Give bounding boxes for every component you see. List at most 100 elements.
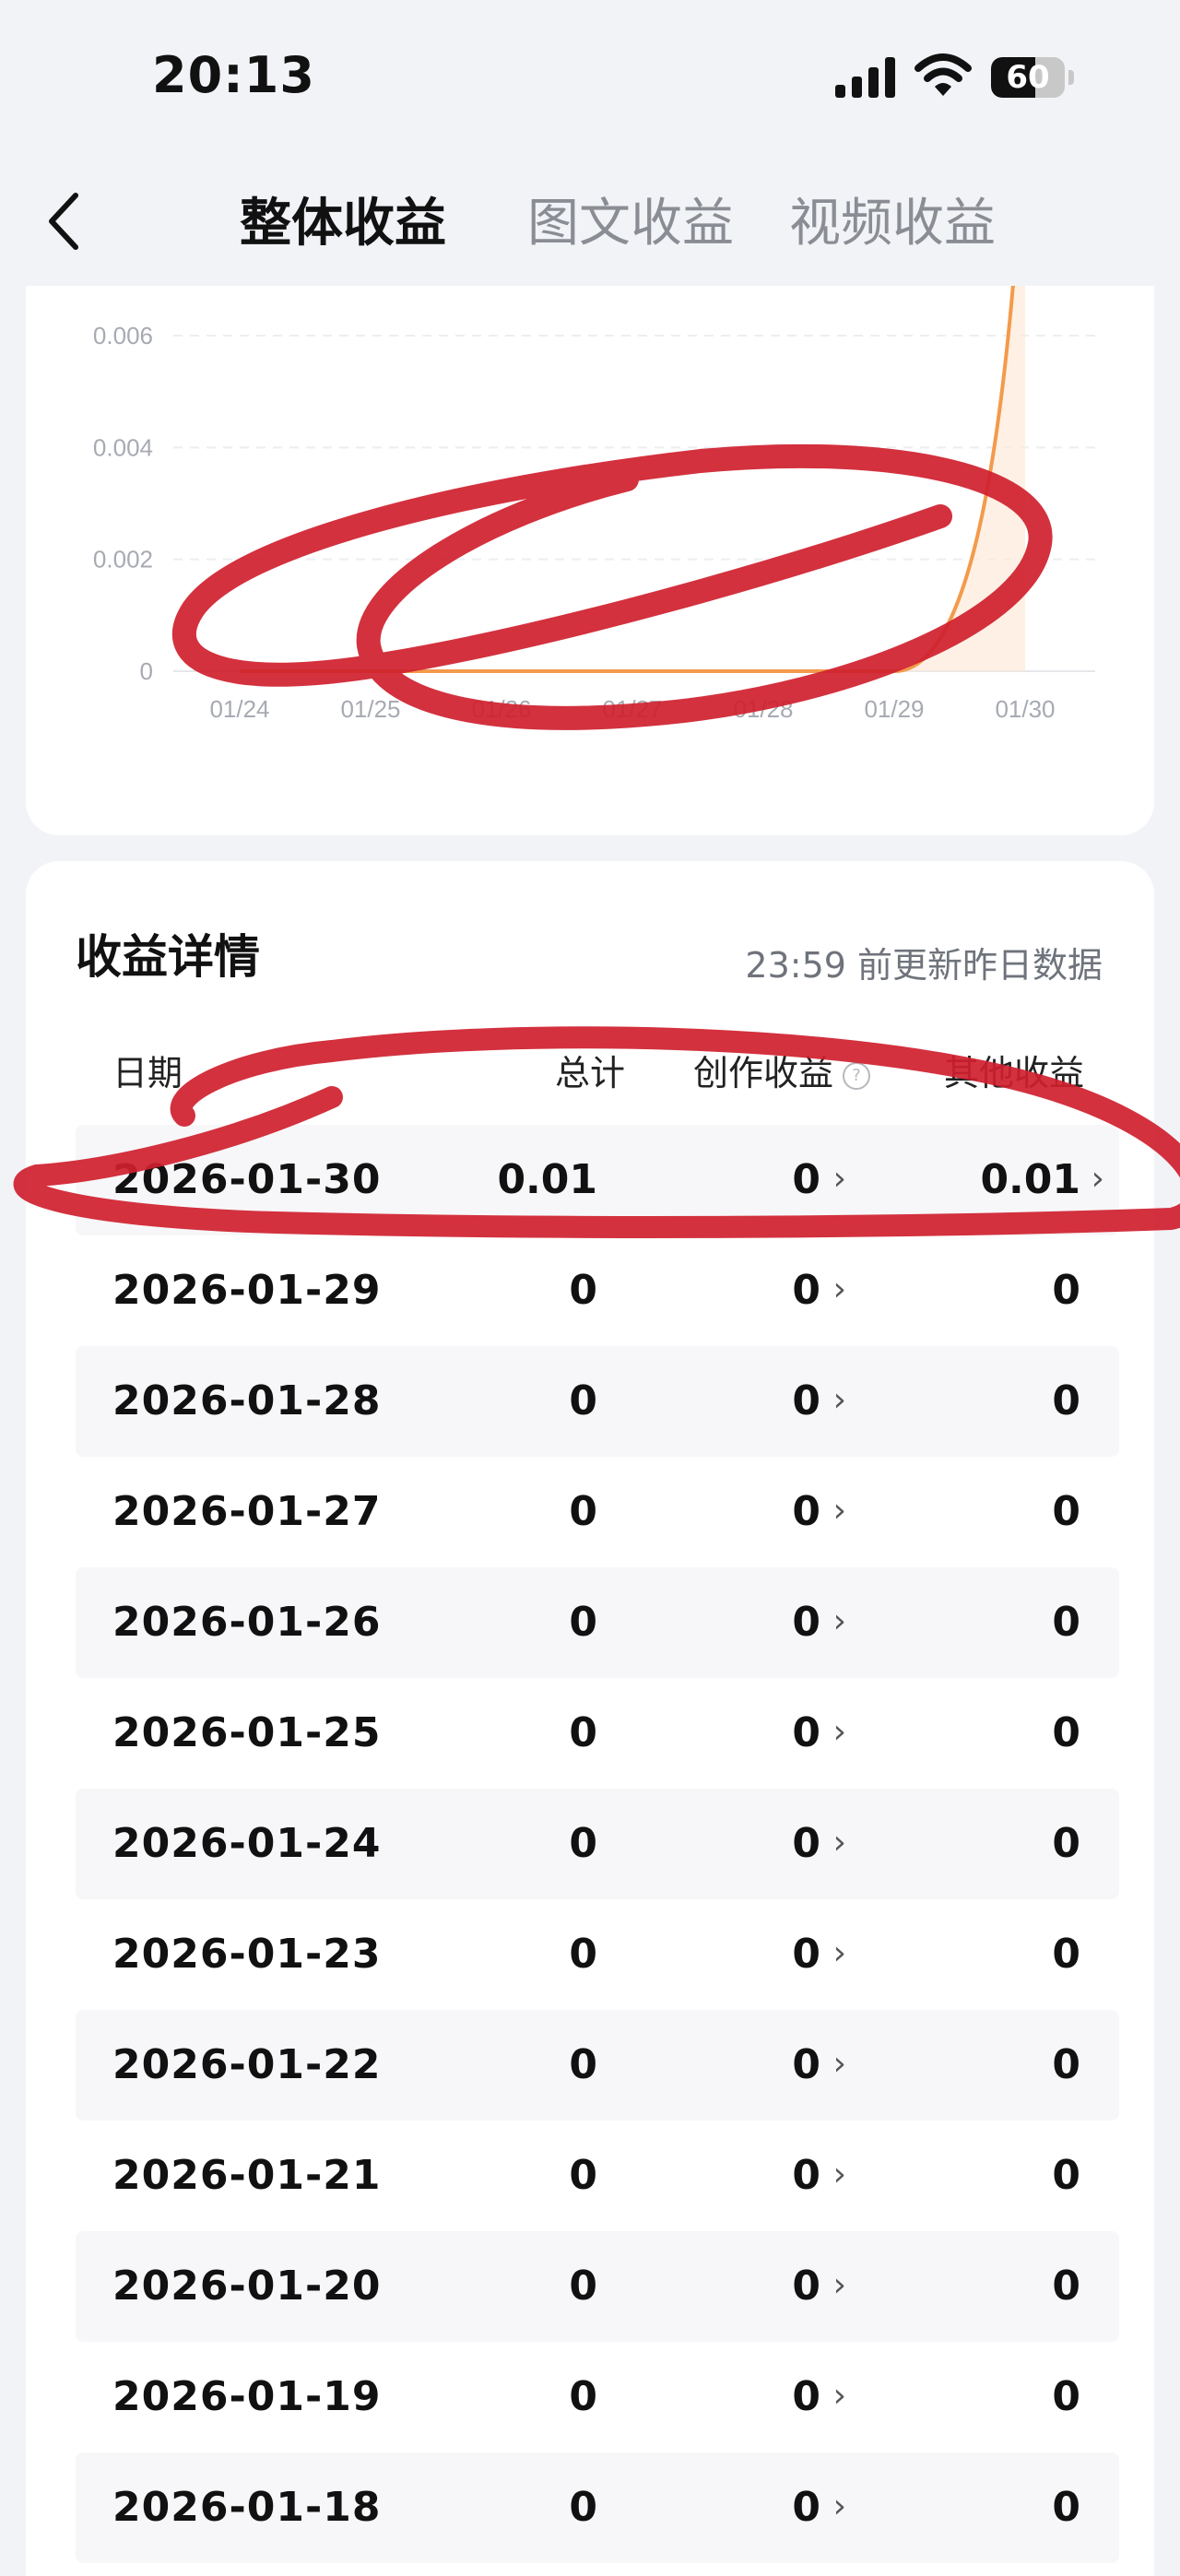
- table-row[interactable]: 2026-01-27 0 0 › 0: [76, 1457, 1119, 1567]
- row-create-earnings[interactable]: 0: [792, 2452, 820, 2563]
- y-tick-label: 0.006: [93, 322, 153, 349]
- x-tick-label: 01/26: [471, 695, 531, 723]
- chevron-right-icon[interactable]: ›: [833, 1457, 846, 1566]
- row-total: 0: [569, 2041, 597, 2088]
- row-date: 2026-01-26: [112, 1599, 382, 1646]
- row-create-earnings[interactable]: 0: [792, 1567, 820, 1678]
- wifi-icon: [914, 53, 972, 96]
- tab-article-earnings[interactable]: 图文收益: [527, 192, 734, 256]
- details-title: 收益详情: [76, 930, 260, 984]
- chevron-right-icon[interactable]: ›: [1092, 1125, 1104, 1234]
- chevron-right-icon[interactable]: ›: [833, 1678, 846, 1787]
- chevron-right-icon[interactable]: ›: [833, 2342, 846, 2451]
- battery-icon: 60: [991, 57, 1074, 98]
- row-other-earnings: 0: [1052, 2263, 1080, 2310]
- row-other-earnings: 0: [1052, 1931, 1080, 1978]
- back-arrow-icon[interactable]: [37, 184, 92, 258]
- table-row[interactable]: 2026-01-28 0 0 › 0: [76, 1346, 1119, 1457]
- row-total: 0: [569, 2373, 597, 2420]
- chevron-right-icon[interactable]: ›: [833, 2231, 846, 2340]
- tab-overall-earnings[interactable]: 整体收益: [240, 192, 446, 256]
- row-other-earnings: 0: [1052, 1599, 1080, 1646]
- row-other-earnings: 0: [1052, 1377, 1080, 1424]
- chevron-right-icon[interactable]: ›: [833, 1789, 846, 1897]
- table-row[interactable]: 2026-01-26 0 0 › 0: [76, 1567, 1119, 1678]
- row-create-earnings[interactable]: 0: [792, 1457, 820, 1567]
- x-tick-label: 01/25: [340, 695, 400, 723]
- top-nav: 整体收益 图文收益 视频收益: [0, 157, 1180, 286]
- row-other-earnings: 0: [1052, 2484, 1080, 2531]
- row-create-earnings[interactable]: 0: [792, 2121, 820, 2231]
- row-create-earnings[interactable]: 0: [792, 1899, 820, 2010]
- row-create-earnings[interactable]: 0: [792, 1346, 820, 1457]
- row-other-earnings[interactable]: 0.01: [980, 1125, 1080, 1235]
- row-other-earnings: 0: [1052, 1820, 1080, 1867]
- table-row[interactable]: 2026-01-23 0 0 › 0: [76, 1899, 1119, 2010]
- row-total: 0: [569, 2263, 597, 2310]
- row-total: 0: [569, 2152, 597, 2199]
- x-tick-label: 01/30: [995, 695, 1055, 723]
- row-date: 2026-01-25: [112, 1709, 382, 1756]
- row-total: 0: [569, 1267, 597, 1314]
- row-create-earnings[interactable]: 0: [792, 1678, 820, 1789]
- row-date: 2026-01-21: [112, 2152, 382, 2199]
- row-create-earnings[interactable]: 0: [792, 2231, 820, 2342]
- chevron-right-icon[interactable]: ›: [833, 1346, 846, 1455]
- row-create-earnings[interactable]: 0: [792, 2010, 820, 2121]
- row-create-earnings[interactable]: 0: [792, 1789, 820, 1899]
- column-date: 日期: [112, 1053, 183, 1093]
- row-date: 2026-01-28: [112, 1377, 382, 1424]
- x-tick-label: 01/24: [209, 695, 269, 723]
- chevron-right-icon[interactable]: ›: [833, 2452, 846, 2561]
- row-total: 0: [569, 1820, 597, 1867]
- row-total: 0: [569, 1377, 597, 1424]
- battery-percent: 60: [1006, 59, 1050, 96]
- status-time: 20:13: [152, 46, 315, 104]
- row-create-earnings[interactable]: 0: [792, 2342, 820, 2452]
- row-date: 2026-01-18: [112, 2484, 382, 2531]
- chevron-right-icon[interactable]: ›: [833, 1899, 846, 2008]
- chevron-right-icon[interactable]: ›: [833, 1235, 846, 1344]
- table-row[interactable]: 2026-01-18 0 0 › 0: [76, 2452, 1119, 2563]
- table-row[interactable]: 2026-01-22 0 0 › 0: [76, 2010, 1119, 2121]
- row-total: 0: [569, 2484, 597, 2531]
- chevron-right-icon[interactable]: ›: [833, 2010, 846, 2119]
- y-tick-label: 0.004: [93, 433, 153, 461]
- column-create-earnings: 创作收益?: [693, 1046, 871, 1101]
- series-area: [240, 286, 1025, 671]
- row-other-earnings: 0: [1052, 2373, 1080, 2420]
- table-row[interactable]: 2026-01-30 0.01 0 › 0.01 ›: [76, 1125, 1119, 1235]
- row-total: 0: [569, 1488, 597, 1535]
- row-total: 0: [569, 1931, 597, 1978]
- y-tick-label: 0.002: [93, 546, 153, 573]
- cellular-signal-icon: [835, 57, 895, 98]
- x-tick-label: 01/27: [602, 695, 662, 723]
- earnings-chart: 0.006 0.004 0.002 0 01/24 01/25 01/26 01/27 01/2…: [93, 286, 1095, 723]
- row-create-earnings[interactable]: 0: [792, 1125, 820, 1235]
- column-other: 其他收益: [943, 1053, 1084, 1093]
- table-row[interactable]: 2026-01-21 0 0 › 0: [76, 2121, 1119, 2231]
- y-tick-label: 0: [140, 657, 153, 685]
- chevron-right-icon[interactable]: ›: [833, 2121, 846, 2229]
- help-icon[interactable]: ?: [843, 1061, 871, 1090]
- table-row[interactable]: 2026-01-24 0 0 › 0: [76, 1789, 1119, 1899]
- table-row[interactable]: 2026-01-25 0 0 › 0: [76, 1678, 1119, 1789]
- chevron-right-icon[interactable]: ›: [833, 1125, 846, 1234]
- series-line: [240, 286, 1015, 673]
- row-other-earnings: 0: [1052, 1267, 1080, 1314]
- row-total: 0: [569, 1709, 597, 1756]
- x-tick-label: 01/29: [864, 695, 924, 723]
- row-total: 0.01: [497, 1156, 597, 1203]
- table-row[interactable]: 2026-01-19 0 0 › 0: [76, 2342, 1119, 2452]
- row-date: 2026-01-20: [112, 2263, 382, 2310]
- x-tick-label: 01/28: [733, 695, 793, 723]
- row-date: 2026-01-22: [112, 2041, 382, 2088]
- row-create-earnings[interactable]: 0: [792, 1235, 820, 1346]
- row-date: 2026-01-19: [112, 2373, 382, 2420]
- table-row[interactable]: 2026-01-29 0 0 › 0: [76, 1235, 1119, 1346]
- chevron-right-icon[interactable]: ›: [833, 1567, 846, 1676]
- row-date: 2026-01-30: [112, 1156, 382, 1203]
- tab-video-earnings[interactable]: 视频收益: [789, 192, 996, 256]
- table-row[interactable]: 2026-01-20 0 0 › 0: [76, 2231, 1119, 2342]
- status-bar: 20:13 60: [0, 0, 1180, 157]
